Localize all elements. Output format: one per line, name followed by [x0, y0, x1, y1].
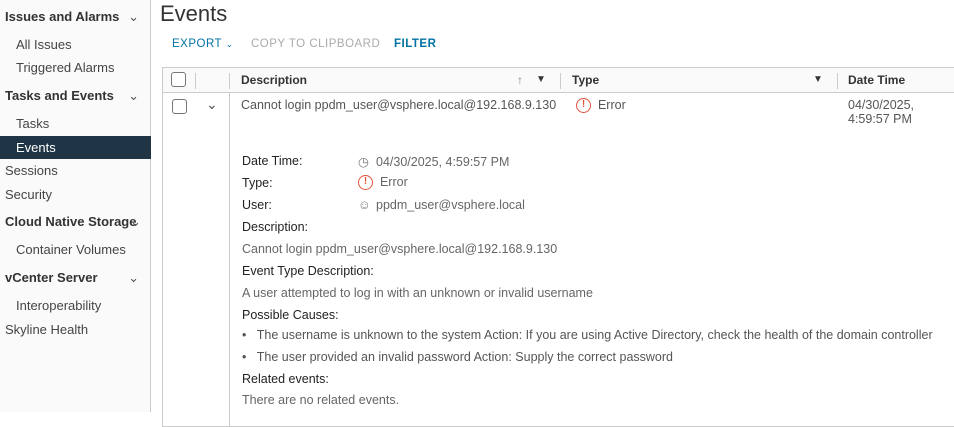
sidebar-item-security[interactable]: Security — [0, 183, 151, 206]
sidebar-item-container-volumes[interactable]: Container Volumes — [0, 238, 151, 261]
label-description: Description: — [242, 220, 308, 234]
table-header: Description ↑ ▼ Type ▼ Date Time — [163, 68, 954, 93]
filter-icon[interactable]: ▼ — [536, 68, 546, 93]
label-type: Type: — [242, 176, 273, 190]
type-label: Error — [597, 98, 626, 112]
chevron-down-icon[interactable]: ⌄ — [128, 270, 139, 286]
section-label: Issues and Alarms — [5, 9, 120, 24]
user-icon: ☺ — [358, 198, 371, 212]
section-label: vCenter Server — [5, 270, 98, 285]
type-text: Error — [379, 175, 408, 189]
column-date-time[interactable]: Date Time — [848, 68, 905, 93]
chevron-down-icon[interactable]: ⌄ — [128, 9, 139, 25]
section-label: Cloud Native Storage — [5, 214, 137, 229]
export-label: EXPORT — [172, 38, 222, 50]
section-cloud-native-storage[interactable]: Cloud Native Storage ⌄ — [5, 214, 151, 229]
error-icon: ! — [576, 98, 591, 114]
sidebar-item-skyline-health[interactable]: Skyline Health — [0, 318, 151, 341]
sidebar-item-interoperability[interactable]: Interoperability — [0, 294, 151, 317]
sidebar-item-all-issues[interactable]: All Issues — [0, 33, 151, 56]
expand-chevron-icon[interactable]: ⌄ — [206, 96, 218, 113]
label-causes: Possible Causes: — [242, 308, 339, 322]
main-content: Events EXPORT ⌄ COPY TO CLIPBOARD FILTER… — [160, 0, 954, 427]
section-vcenter-server[interactable]: vCenter Server ⌄ — [5, 270, 151, 285]
chevron-down-icon[interactable]: ⌄ — [130, 214, 141, 230]
value-datetime: ◷ 04/30/2025, 4:59:57 PM — [358, 154, 509, 169]
value-event-type: A user attempted to log in with an unkno… — [242, 286, 593, 300]
sidebar-item-triggered-alarms[interactable]: Triggered Alarms — [0, 56, 151, 79]
events-table: Description ↑ ▼ Type ▼ Date Time ⌄ Canno… — [162, 67, 954, 427]
cause-text: The user provided an invalid password Ac… — [256, 350, 673, 364]
cause-item: • The user provided an invalid password … — [242, 350, 673, 364]
section-tasks-and-events[interactable]: Tasks and Events ⌄ — [5, 88, 151, 103]
cause-text: The username is unknown to the system Ac… — [256, 328, 933, 342]
row-description: Cannot login ppdm_user@vsphere.local@192… — [241, 98, 557, 112]
sidebar-item-sessions[interactable]: Sessions — [0, 159, 151, 182]
sidebar-item-tasks[interactable]: Tasks — [0, 112, 151, 135]
column-type[interactable]: Type — [572, 68, 599, 93]
filter-button[interactable]: FILTER — [394, 38, 436, 50]
label-related: Related events: — [242, 372, 329, 386]
page-title: Events — [160, 1, 228, 26]
chevron-down-icon[interactable]: ⌄ — [128, 88, 139, 104]
value-description: Cannot login ppdm_user@vsphere.local@192… — [242, 242, 558, 256]
datetime-text: 04/30/2025, 4:59:57 PM — [376, 155, 510, 169]
row-checkbox[interactable] — [172, 99, 187, 114]
export-button[interactable]: EXPORT ⌄ — [172, 38, 234, 50]
select-all-checkbox[interactable] — [171, 72, 186, 87]
row-type: ! Error — [576, 98, 626, 114]
value-user: ☺ ppdm_user@vsphere.local — [358, 198, 525, 212]
section-label: Tasks and Events — [5, 88, 114, 103]
value-related: There are no related events. — [242, 393, 400, 407]
cause-item: • The username is unknown to the system … — [242, 328, 933, 342]
value-type: ! Error — [358, 175, 408, 191]
clock-icon: ◷ — [358, 155, 369, 169]
label-user: User: — [242, 198, 272, 212]
sort-ascending-icon[interactable]: ↑ — [517, 68, 523, 93]
label-event-type: Event Type Description: — [242, 264, 374, 278]
copy-to-clipboard-button[interactable]: COPY TO CLIPBOARD — [251, 38, 380, 50]
sidebar-item-events[interactable]: Events — [0, 136, 151, 159]
error-icon: ! — [358, 175, 373, 191]
user-text: ppdm_user@vsphere.local — [376, 198, 525, 212]
section-issues-and-alarms[interactable]: Issues and Alarms ⌄ — [5, 9, 151, 24]
chevron-down-icon: ⌄ — [225, 39, 234, 49]
label-datetime: Date Time: — [242, 154, 303, 168]
filter-icon[interactable]: ▼ — [813, 68, 823, 93]
column-description[interactable]: Description — [241, 68, 307, 93]
row-datetime: 04/30/2025, 4:59:57 PM — [848, 98, 915, 126]
sidebar: Issues and Alarms ⌄ All Issues Triggered … — [0, 0, 151, 412]
